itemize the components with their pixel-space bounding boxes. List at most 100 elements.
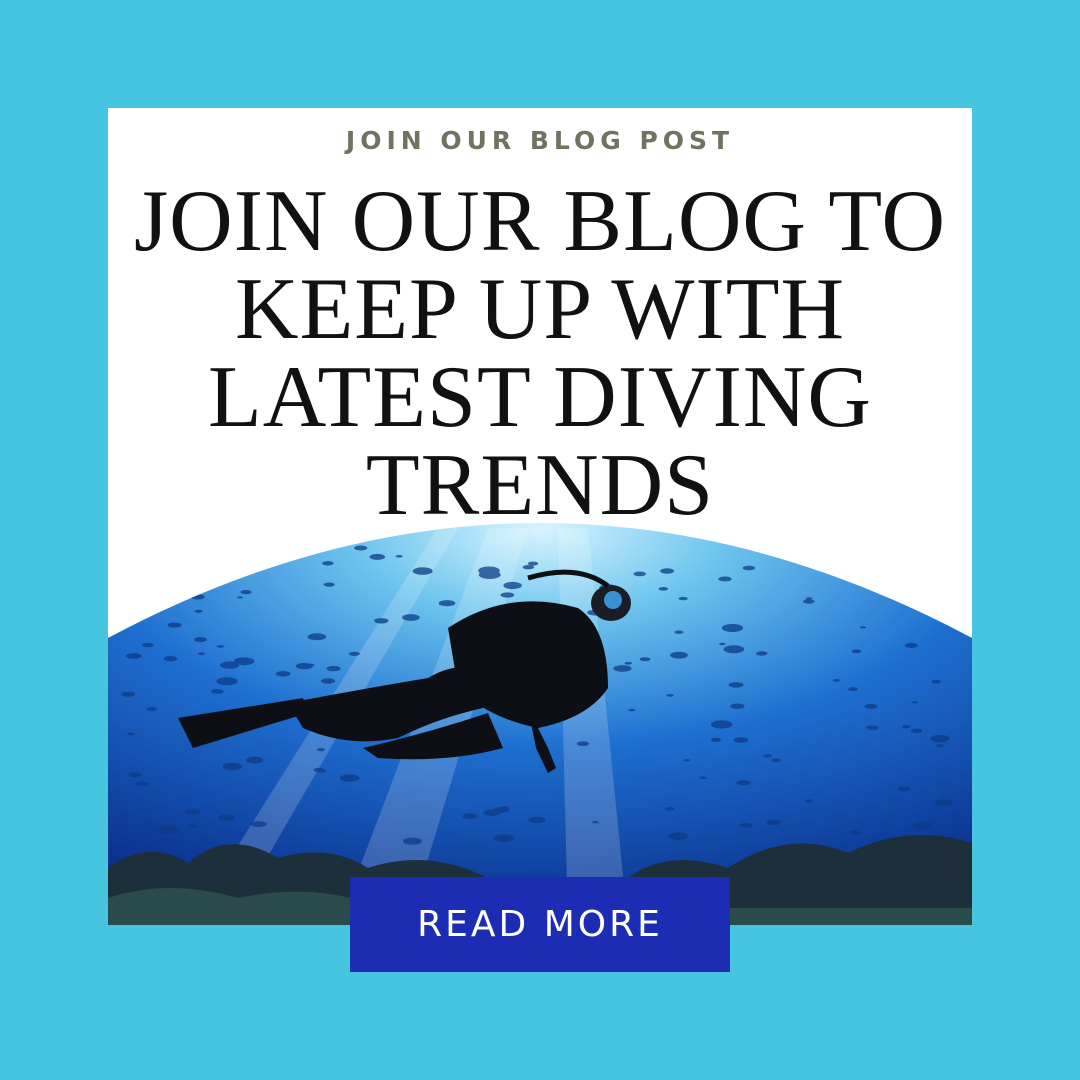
- fish-shape: [374, 618, 389, 624]
- fish-shape: [718, 576, 732, 582]
- fish-shape: [763, 754, 773, 758]
- fish-shape: [233, 657, 255, 666]
- fish-shape: [216, 645, 225, 648]
- read-more-button[interactable]: READ MORE: [350, 877, 730, 972]
- fish-shape: [197, 652, 205, 656]
- fish-shape: [739, 822, 753, 828]
- fish-shape: [934, 799, 953, 806]
- fish-shape: [930, 734, 950, 743]
- fish-shape: [128, 772, 142, 778]
- fish-shape: [250, 821, 267, 828]
- fish-shape: [369, 553, 386, 560]
- fish-shape: [322, 561, 334, 566]
- fish-shape: [770, 758, 782, 763]
- fish-shape: [339, 774, 360, 782]
- fish-shape: [755, 651, 768, 656]
- fish-shape: [237, 596, 244, 599]
- fish-shape: [719, 642, 726, 646]
- fish-shape: [912, 822, 932, 830]
- fish-shape: [664, 807, 675, 811]
- fish-shape: [699, 776, 707, 780]
- fish-shape: [528, 816, 546, 824]
- fish-shape: [127, 732, 135, 736]
- headline-line: TRENDS: [365, 437, 715, 534]
- headline-line: LATEST DIVING: [208, 349, 872, 446]
- eyebrow-label: JOIN OUR BLOG POST: [345, 126, 735, 155]
- fish-shape: [911, 701, 919, 704]
- fish-shape: [412, 567, 433, 575]
- fish-shape: [660, 568, 675, 574]
- fish-shape: [832, 679, 841, 682]
- fish-shape: [240, 590, 252, 595]
- fish-shape: [438, 600, 456, 607]
- fish-shape: [141, 642, 154, 648]
- fish-shape: [190, 594, 205, 600]
- fish-shape: [851, 649, 862, 654]
- fish-shape: [902, 725, 911, 729]
- fish-shape: [859, 626, 867, 629]
- fish-shape: [860, 577, 873, 582]
- fish-shape: [246, 756, 264, 764]
- fish-shape: [736, 780, 751, 786]
- fish-shape: [216, 677, 238, 686]
- fish-shape: [592, 820, 599, 824]
- fish-shape: [766, 819, 781, 826]
- fish-shape: [191, 566, 201, 571]
- fish-shape: [307, 663, 315, 667]
- fish-shape: [193, 637, 207, 643]
- fish-shape: [402, 614, 420, 621]
- fish-shape: [462, 813, 478, 820]
- fish-shape: [710, 720, 733, 729]
- fish-shape: [931, 679, 942, 684]
- fish-shape: [742, 565, 755, 571]
- fish-shape: [313, 767, 325, 773]
- fish-shape: [667, 832, 688, 840]
- fish-shape: [218, 814, 235, 821]
- fish-shape: [639, 657, 651, 662]
- headline-line: KEEP UP WITH: [234, 261, 846, 358]
- fish-shape: [658, 587, 669, 591]
- fish-shape: [683, 759, 691, 762]
- fish-shape: [805, 799, 814, 803]
- fish-shape: [527, 561, 539, 566]
- fish-shape: [723, 645, 745, 654]
- fish-shape: [503, 581, 522, 590]
- fish-shape: [633, 571, 646, 577]
- fish-shape: [803, 599, 815, 604]
- fish-shape: [402, 837, 422, 845]
- headline-line: JOIN OUR BLOG TO: [133, 173, 947, 270]
- fish-shape: [849, 830, 862, 835]
- fish-shape: [501, 806, 510, 810]
- fish-shape: [522, 565, 535, 570]
- headline: JOIN OUR BLOG TO KEEP UP WITH LATEST DIV…: [108, 178, 972, 530]
- fish-shape: [323, 582, 335, 587]
- fish-shape: [184, 808, 201, 815]
- fish-shape: [866, 725, 879, 731]
- fish-shape: [316, 748, 326, 752]
- fish-shape: [187, 551, 203, 558]
- fish-shape: [222, 762, 243, 771]
- fish-shape: [483, 809, 501, 816]
- fish-shape: [910, 728, 923, 733]
- fish-shape: [666, 694, 674, 697]
- fish-shape: [326, 665, 341, 672]
- fish-shape: [163, 656, 178, 662]
- fish-shape: [188, 824, 199, 828]
- fish-shape: [628, 708, 636, 712]
- fish-shape: [194, 609, 203, 613]
- fish-shape: [321, 678, 336, 684]
- fish-shape: [897, 786, 910, 792]
- fish-shape: [730, 703, 745, 709]
- fish-shape: [211, 689, 224, 694]
- fish-shape: [721, 624, 744, 632]
- fish-shape: [678, 596, 688, 601]
- fish-shape: [126, 653, 142, 659]
- read-more-label: READ MORE: [417, 904, 663, 945]
- fish-shape: [500, 592, 515, 598]
- fish-shape: [354, 545, 368, 551]
- fish-shape: [135, 781, 149, 787]
- fish-shape: [167, 622, 182, 628]
- fish-shape: [348, 651, 360, 656]
- fish-shape: [710, 737, 722, 742]
- fish-shape: [670, 651, 688, 659]
